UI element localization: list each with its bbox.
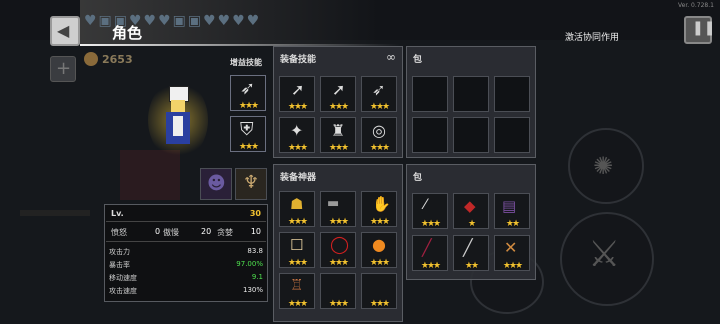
spear-icon: ╱ (463, 238, 473, 257)
equip-skills-title: 装备技能 (280, 55, 317, 65)
skill-stars: ★★★ (238, 142, 259, 152)
level-label: Lv. (111, 209, 124, 218)
sword-icon: ⚔ (588, 234, 621, 275)
artifact-bag-slot-2[interactable]: ◆ ★ (453, 193, 489, 229)
coin-icon (84, 52, 98, 66)
trait-anger-label: 愤怒 (111, 228, 127, 237)
trait-pride-value: 20 (201, 227, 212, 236)
bow-icon: ➶ (240, 78, 256, 99)
artifact-slot-2[interactable]: ▬ ★★★ (320, 191, 356, 227)
stat-row-attack: 攻击力 83.8 (109, 247, 263, 256)
artifact-bag-slot-1[interactable]: ⁄ ★★★ (412, 193, 448, 229)
artifact-slot-1[interactable]: ☗ ★★★ (279, 191, 315, 227)
artifact-bag-slot-5[interactable]: ╱ ★★ (453, 235, 489, 271)
coin-count: 2653 (102, 53, 133, 66)
buff-skill-slot-1[interactable]: ➶ ★★★ (230, 75, 266, 111)
claw-icon: ✋ (372, 195, 391, 213)
version-label: Ver. 0.728.1 (678, 2, 714, 9)
turret-icon: ♜ (331, 121, 346, 140)
artifact-slot-6[interactable]: ● ★★★ (361, 232, 397, 268)
heart-icons: ♥▣▣♥♥♥▣▣♥♥♥♥ (84, 13, 262, 29)
heart-bar: ♥▣▣♥♥♥▣▣♥♥♥♥ (84, 10, 262, 29)
synergy-label[interactable]: 激活协同作用 (565, 30, 619, 43)
add-button[interactable]: + (50, 56, 76, 82)
artifact-slot-8[interactable]: ★★★ (320, 273, 356, 309)
pause-button[interactable]: ❚❚ (684, 16, 716, 44)
shield-icon: ⛨ (240, 119, 254, 140)
trait-pride-label: 傲慢 (163, 228, 179, 237)
shuriken-icon: ✦ (290, 121, 304, 140)
equip-artifacts-title: 装备神器 (280, 173, 317, 183)
arrow-icon: ➚ (291, 80, 305, 99)
gem-icon: ◆ (464, 197, 476, 215)
ring-icon: ◯ (330, 235, 350, 255)
background-ground (20, 210, 90, 216)
chest-icon: ▤ (502, 197, 517, 215)
artifact-bag-slot-3[interactable]: ▤ ★★ (494, 193, 530, 229)
character-sprite (163, 86, 193, 150)
trait-anger-value: 0 (155, 227, 161, 236)
pet-slot-2[interactable]: ♆ (235, 168, 267, 200)
bag-slot-1[interactable] (412, 76, 448, 112)
artifact-slot-5[interactable]: ◯ ★★★ (320, 232, 356, 268)
pause-icon: ❚❚ (692, 20, 716, 36)
artifact-bag-title: 包 (413, 173, 423, 183)
bag-slot-6[interactable] (494, 117, 530, 153)
skill-bag-panel: 包 (406, 46, 536, 158)
artifact-slot-4[interactable]: ☐ ★★★ (279, 232, 315, 268)
skill-stars: ★★★ (238, 101, 259, 111)
bag-slot-2[interactable] (453, 76, 489, 112)
link-icon[interactable]: ∞ (386, 50, 396, 64)
skill-slot-4[interactable]: ✦ ★★★ (279, 117, 315, 153)
blade-icon: ╱ (422, 238, 432, 257)
buff-skill-slot-2[interactable]: ⛨ ★★★ (230, 116, 266, 152)
equip-artifacts-panel: 装备神器 ☗ ★★★ ▬ ★★★ ✋ ★★★ ☐ ★★★ ◯ ★★★ ● ★★★ ♖ ★★★ … (273, 164, 403, 322)
bag-slot-4[interactable] (412, 117, 448, 153)
skill-slot-2[interactable]: ➚ ★★★ (320, 76, 356, 112)
bird-pet-icon: ♆ (243, 172, 260, 193)
level-value: 30 (249, 209, 261, 218)
trait-greed-label: 贪婪 (217, 228, 233, 237)
trait-greed-value: 10 (250, 227, 261, 236)
equip-skills-panel: 装备技能 ∞ ➚ ★★★ ➚ ★★★ ➶ ★★★ ✦ ★★★ ♜ ★★★ ◎ ★★★ (273, 46, 403, 158)
scroll-icon: ☐ (290, 236, 304, 254)
stat-row-move-speed: 移动速度 9.1 (109, 273, 263, 282)
wand-icon: ⁄ (424, 197, 427, 213)
skill-button[interactable]: ✺ (568, 128, 644, 204)
plus-icon: + (56, 58, 72, 79)
skill-slot-5[interactable]: ♜ ★★★ (320, 117, 356, 153)
gun-icon: ▬ (327, 196, 340, 211)
bow-icon: ➶ (372, 80, 386, 99)
pet-slot-1[interactable]: ☻ (200, 168, 232, 200)
arrow-icon: ➚ (332, 80, 346, 99)
artifact-bag-slot-4[interactable]: ╱ ★★★ (412, 235, 448, 271)
stat-row-crit: 暴击率 97.00% (109, 260, 263, 269)
skill-slot-1[interactable]: ➚ ★★★ (279, 76, 315, 112)
artifact-bag-slot-6[interactable]: ✕ ★★★ (494, 235, 530, 271)
sun-icon: ✺ (593, 152, 614, 180)
stats-panel: Lv. 30 愤怒 0 傲慢 20 贪婪 10 攻击力 83.8 暴击率 97.00… (104, 204, 268, 302)
artifact-bag-panel: 包 ⁄ ★★★ ◆ ★ ▤ ★★ ╱ ★★★ ╱ ★★ ✕ ★★★ (406, 164, 536, 280)
pouch-icon: ☗ (290, 195, 304, 213)
bag-slot-3[interactable] (494, 76, 530, 112)
back-arrow-icon: ◀ (57, 21, 70, 40)
back-button[interactable]: ◀ (50, 16, 80, 46)
artifact-slot-7[interactable]: ♖ ★★★ (279, 273, 315, 309)
coin-orb-icon: ● (372, 235, 386, 254)
page-title: 角色 (112, 24, 143, 42)
buff-skills-label: 增益技能 (230, 58, 262, 67)
attack-button[interactable]: ⚔ (560, 212, 654, 306)
artifact-slot-3[interactable]: ✋ ★★★ (361, 191, 397, 227)
bag-slot-5[interactable] (453, 117, 489, 153)
artifact-slot-9[interactable]: ★★★ (361, 273, 397, 309)
crossed-swords-icon: ✕ (504, 238, 518, 257)
bunny-pet-icon: ☻ (207, 173, 226, 194)
stat-row-attack-speed: 攻击速度 130% (109, 286, 263, 295)
skill-slot-6[interactable]: ◎ ★★★ (361, 117, 397, 153)
skill-slot-3[interactable]: ➶ ★★★ (361, 76, 397, 112)
skill-bag-title: 包 (413, 55, 423, 65)
orb-icon: ◎ (372, 121, 386, 140)
lantern-icon: ♖ (290, 276, 304, 294)
